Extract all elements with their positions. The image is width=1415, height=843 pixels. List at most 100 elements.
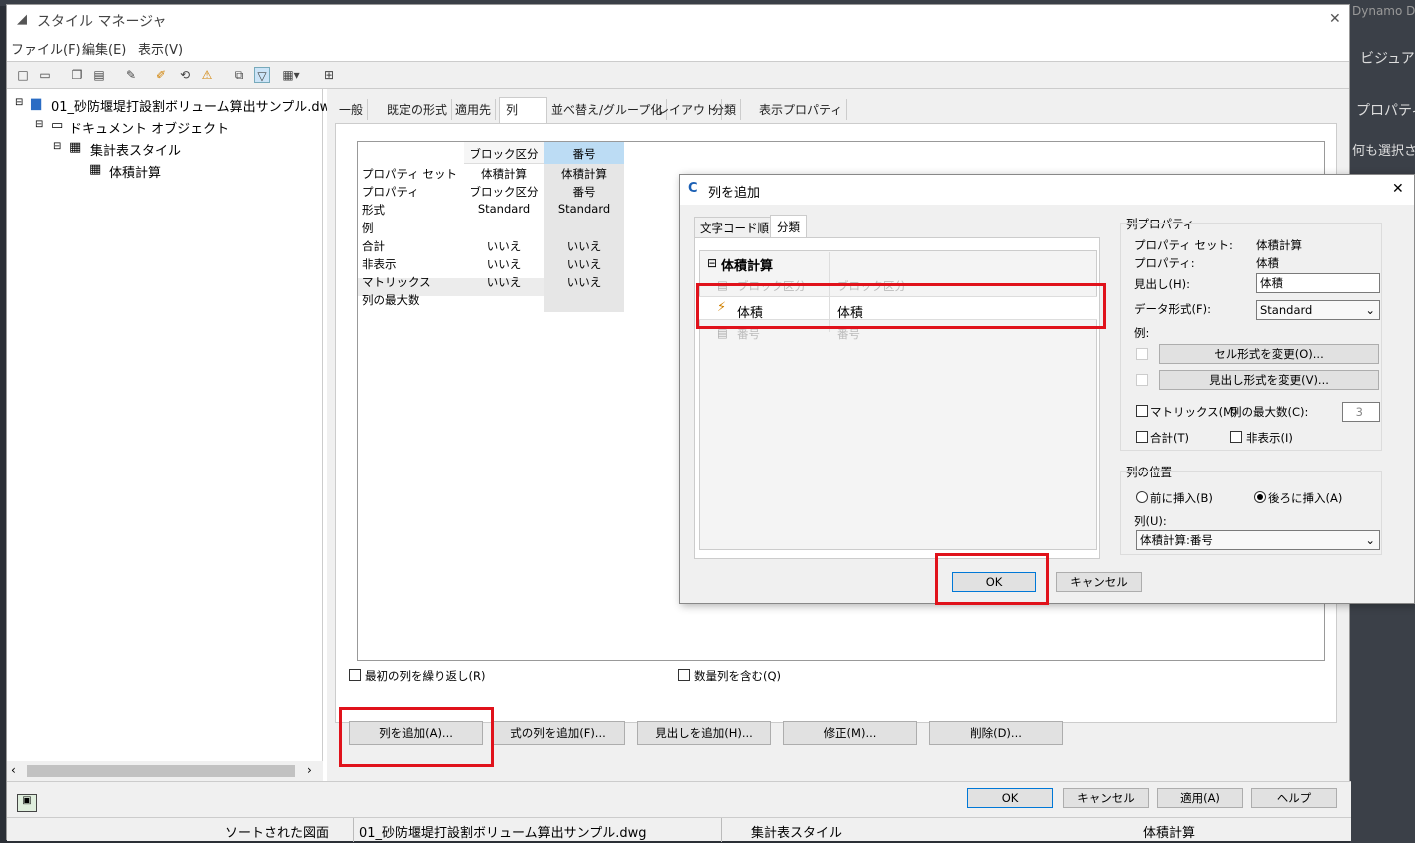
matrix-label: マトリックス(M) bbox=[1150, 405, 1238, 419]
modify-button[interactable]: 修正(M)... bbox=[783, 721, 917, 745]
tab-alphabetical[interactable]: 文字コード順 bbox=[694, 217, 775, 239]
propset-label: プロパティ セット: bbox=[1134, 238, 1233, 252]
alert-icon[interactable]: ⚠ bbox=[199, 67, 215, 83]
grid-cell-number[interactable]: いいえ bbox=[544, 238, 624, 254]
scroll-left-icon[interactable]: ‹ bbox=[11, 763, 16, 777]
synchronize-icon[interactable]: ⟲ bbox=[177, 67, 193, 83]
table-icon: ▦ bbox=[69, 140, 82, 155]
scroll-thumb[interactable] bbox=[27, 765, 295, 777]
menu-file[interactable]: ファイル(F) bbox=[11, 39, 81, 58]
prop-value: 体積 bbox=[1256, 256, 1279, 270]
dialog-close-icon[interactable]: ✕ bbox=[1392, 181, 1404, 197]
col-header-number[interactable]: 番号 bbox=[544, 146, 624, 162]
grid-cell-block[interactable]: いいえ bbox=[464, 238, 544, 254]
total-label: 合計(T) bbox=[1150, 431, 1189, 445]
col-header-block[interactable]: ブロック区分 bbox=[464, 146, 544, 162]
grid-cell-number[interactable]: Standard bbox=[544, 202, 624, 216]
grid-row-label: 非表示 bbox=[362, 257, 397, 271]
insert-after-radio[interactable] bbox=[1254, 491, 1266, 503]
insert-before-label: 前に挿入(B) bbox=[1150, 491, 1213, 505]
grid-cell-block[interactable]: いいえ bbox=[464, 256, 544, 272]
grid-cell-block[interactable]: Standard bbox=[464, 202, 544, 216]
tree-hscrollbar[interactable]: ‹ › bbox=[7, 761, 323, 781]
sort-icon[interactable]: ⧉ bbox=[231, 67, 247, 83]
insert-after-label: 後ろに挿入(A) bbox=[1268, 491, 1343, 505]
group-volume-calc: 体積計算 bbox=[721, 259, 774, 274]
view-dropdown-icon[interactable]: ▦▾ bbox=[277, 67, 305, 83]
tab-classification[interactable]: 分類 bbox=[708, 99, 742, 120]
viewer-icon[interactable]: ▣ bbox=[17, 794, 37, 812]
dialog-title-bar bbox=[680, 175, 1414, 205]
change-cell-format-button[interactable]: セル形式を変更(O)... bbox=[1159, 344, 1379, 364]
open-icon[interactable]: ▭ bbox=[37, 67, 53, 83]
grid-cell-block[interactable]: いいえ bbox=[464, 274, 544, 290]
scroll-right-icon[interactable]: › bbox=[307, 763, 312, 777]
grid-row-label: プロパティ bbox=[362, 185, 419, 199]
insert-before-radio[interactable] bbox=[1136, 491, 1148, 503]
tab-display-props[interactable]: 表示プロパティ bbox=[755, 99, 848, 120]
grid-cell-block[interactable]: 体積計算 bbox=[464, 166, 544, 182]
paste-icon[interactable]: ▤ bbox=[91, 67, 107, 83]
style-tree: ⊟ ▆ 01_砂防堰堤打設割ボリューム算出サンプル.dwg ⊟ ▭ ドキュメント… bbox=[7, 89, 339, 781]
dialog-cancel-button[interactable]: キャンセル bbox=[1056, 572, 1142, 592]
ok-button[interactable]: OK bbox=[967, 788, 1053, 808]
apply-button[interactable]: 適用(A) bbox=[1157, 788, 1243, 808]
grid-cell-number[interactable]: いいえ bbox=[544, 274, 624, 290]
tab-categorized[interactable]: 分類 bbox=[770, 215, 807, 238]
app-icon: ◢ bbox=[17, 12, 27, 27]
matrix-checkbox[interactable] bbox=[1136, 405, 1148, 417]
grid-cell-number[interactable]: 体積計算 bbox=[544, 166, 624, 182]
format-select[interactable]: Standard ⌄ bbox=[1256, 300, 1380, 320]
close-icon[interactable]: ✕ bbox=[1329, 11, 1341, 27]
bg-nothing-label: 何も選択さ bbox=[1352, 144, 1415, 159]
menu-edit[interactable]: 編集(E) bbox=[82, 39, 126, 58]
expand-icon[interactable]: ⊟ bbox=[35, 119, 43, 130]
tree-volume-calc[interactable]: 体積計算 bbox=[109, 162, 161, 181]
hidden-checkbox[interactable] bbox=[1230, 431, 1242, 443]
tab-general[interactable]: 一般 bbox=[335, 99, 369, 120]
column-select-value: 体積計算:番号 bbox=[1140, 533, 1213, 547]
total-checkbox[interactable] bbox=[1136, 431, 1148, 443]
tree-document-objects[interactable]: ドキュメント オブジェクト bbox=[69, 118, 229, 137]
repeat-first-checkbox[interactable] bbox=[349, 669, 361, 681]
status-style-name: 体積計算 bbox=[1143, 826, 1196, 841]
folder-icon: ▭ bbox=[51, 118, 64, 133]
include-qty-checkbox[interactable] bbox=[678, 669, 690, 681]
grid-cell-number[interactable]: 番号 bbox=[544, 184, 624, 200]
expand-icon[interactable]: ⊟ bbox=[53, 141, 61, 152]
column-select[interactable]: 体積計算:番号 ⌄ bbox=[1136, 530, 1380, 550]
copy-icon[interactable]: ❐ bbox=[69, 67, 85, 83]
filter-icon[interactable]: ▽ bbox=[254, 67, 270, 83]
tree-schedule-styles[interactable]: 集計表スタイル bbox=[90, 140, 181, 159]
chevron-down-icon: ⌄ bbox=[1365, 303, 1375, 317]
tab-applies-to[interactable]: 適用先 bbox=[451, 99, 497, 120]
grid-cell-block[interactable]: ブロック区分 bbox=[464, 184, 544, 200]
tab-sort-group[interactable]: 並べ替え/グループ化 bbox=[547, 99, 668, 120]
toolbar: □ ▭ ❐ ▤ ✎ ✐ ⟲ ⚠ ⧉ ▽ ▦▾ ⊞ bbox=[7, 61, 1349, 89]
new-icon[interactable]: □ bbox=[15, 67, 31, 83]
collapse-icon[interactable]: ⊟ bbox=[707, 256, 717, 270]
change-header-format-button[interactable]: 見出し形式を変更(V)... bbox=[1159, 370, 1379, 390]
expand-icon[interactable]: ⊟ bbox=[15, 97, 23, 108]
menu-view[interactable]: 表示(V) bbox=[138, 39, 183, 58]
cancel-button[interactable]: キャンセル bbox=[1063, 788, 1149, 808]
max-columns-label: 列の最大数(C): bbox=[1230, 405, 1309, 419]
heading-input[interactable]: 体積 bbox=[1256, 273, 1380, 293]
add-formula-column-button[interactable]: 式の列を追加(F)... bbox=[491, 721, 625, 745]
help-button[interactable]: ヘルプ bbox=[1251, 788, 1337, 808]
purge-icon[interactable]: ✎ bbox=[123, 67, 139, 83]
status-bar: ソートされた図面 01_砂防堰堤打設割ボリューム算出サンプル.dwg 集計表スタ… bbox=[7, 817, 1351, 842]
toggle-view-icon[interactable]: ⊞ bbox=[321, 67, 337, 83]
example2-checkbox bbox=[1136, 374, 1148, 386]
grid-cell-number[interactable]: いいえ bbox=[544, 256, 624, 272]
add-header-button[interactable]: 見出しを追加(H)... bbox=[637, 721, 771, 745]
delete-button[interactable]: 削除(D)... bbox=[929, 721, 1063, 745]
format-label: データ形式(F): bbox=[1134, 302, 1211, 316]
tab-default-format[interactable]: 既定の形式 bbox=[383, 99, 453, 120]
status-style-type: 集計表スタイル bbox=[751, 826, 843, 841]
tree-root[interactable]: 01_砂防堰堤打設割ボリューム算出サンプル.dwg bbox=[51, 96, 339, 115]
bg-visual-label: ビジュアル bbox=[1360, 51, 1415, 67]
max-columns-spinner[interactable]: 3 bbox=[1342, 402, 1380, 422]
edit-icon[interactable]: ✐ bbox=[153, 67, 169, 83]
title-bar: ◢ スタイル マネージャ ✕ bbox=[7, 5, 1349, 35]
